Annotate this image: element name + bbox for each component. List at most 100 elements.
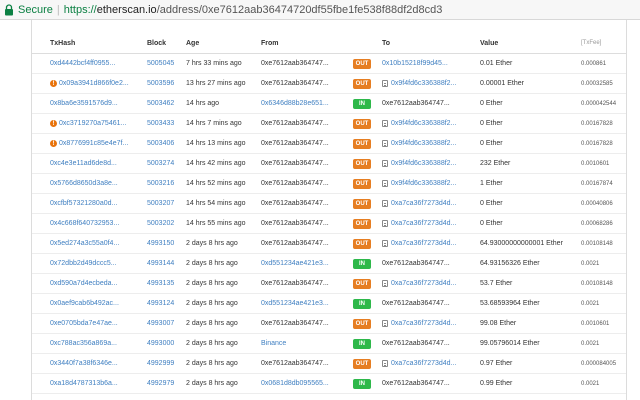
table-row: 0x8ba6e3591576d9... 5003462 14 hrs ago 0x63…: [32, 94, 626, 114]
address-bar[interactable]: Secure | https:// etherscan.io /address/…: [0, 0, 640, 20]
url-scheme[interactable]: https://: [64, 4, 97, 16]
direction-badge: IN: [353, 258, 371, 269]
txhash-link[interactable]: 0xd4442bcf4ff0955...: [50, 60, 115, 67]
txhash-link[interactable]: 0x09a3941d866f0e2...: [59, 80, 129, 87]
txhash-cell: 0xc4e3e11ad6de8d...: [50, 154, 146, 173]
block-link[interactable]: 5003207: [147, 194, 187, 213]
to-address[interactable]: 0xa7ca36f7273d4d...: [391, 320, 456, 327]
txhash-link[interactable]: 0x8ba6e3591576d9...: [50, 100, 118, 107]
header-txfee[interactable]: [TxFee]: [581, 33, 626, 53]
table-row: 0x0aef9cab6b492ac... 4993124 2 days 8 hrs …: [32, 294, 626, 314]
block-link[interactable]: 5003433: [147, 114, 187, 133]
block-link[interactable]: 5003202: [147, 214, 187, 233]
txhash-link[interactable]: 0x5766d8650d3a8e...: [50, 180, 118, 187]
to-address[interactable]: 0xa7ca36f7273d4d...: [391, 240, 456, 247]
from-address[interactable]: 0xd551234ae421e3...: [261, 254, 351, 273]
txhash-link[interactable]: 0x72dbb2d49dccc5...: [50, 260, 117, 267]
direction-cell: IN: [350, 294, 374, 313]
block-link[interactable]: 4992979: [147, 374, 187, 393]
block-link[interactable]: 4993007: [147, 314, 187, 333]
txhash-cell: 0x72dbb2d49dccc5...: [50, 254, 146, 273]
direction-cell: IN: [350, 254, 374, 273]
block-link[interactable]: 4993124: [147, 294, 187, 313]
txhash-cell: 0xd590a7d4ecbeda...: [50, 274, 146, 293]
direction-badge: OUT: [353, 198, 371, 209]
age-text: 14 hrs 42 mins ago: [186, 160, 246, 167]
contract-icon: [382, 160, 388, 167]
direction-badge: OUT: [353, 178, 371, 189]
to-address[interactable]: 0x9f4fd6c336388f2...: [391, 120, 456, 127]
txhash-link[interactable]: 0xc788ac356a869a...: [50, 340, 117, 347]
block-link[interactable]: 5005045: [147, 54, 187, 73]
txhash-link[interactable]: 0xcfbf57321280a0d...: [50, 200, 117, 207]
to-address[interactable]: 0xa7ca36f7273d4d...: [391, 200, 456, 207]
block-link[interactable]: 5003596: [147, 74, 187, 93]
txhash-link[interactable]: 0x3440f7a38f6346e...: [50, 360, 118, 367]
direction-cell: OUT: [350, 354, 374, 373]
block-link[interactable]: 4992999: [147, 354, 187, 373]
to-address[interactable]: 0x9f4fd6c336388f2...: [391, 180, 456, 187]
table-row: 0xcfbf57321280a0d... 5003207 14 hrs 54 min…: [32, 194, 626, 214]
to-cell: 0x10b15218f99d45...: [382, 54, 478, 73]
block-link[interactable]: 4993000: [147, 334, 187, 353]
txhash-link[interactable]: 0x8776991c85e4e7f...: [59, 140, 128, 147]
txhash-link[interactable]: 0x4c668f640732953...: [50, 220, 119, 227]
table-row: 0x72dbb2d49dccc5... 4993144 2 days 8 hrs a…: [32, 254, 626, 274]
to-cell: 0x9f4fd6c336388f2...: [382, 174, 478, 193]
from-address[interactable]: 0x0681d8db095565...: [261, 374, 351, 393]
age-text: 14 hrs 7 mins ago: [186, 120, 242, 127]
table-row: 0xc788ac356a869a... 4993000 2 days 8 hrs a…: [32, 334, 626, 354]
direction-badge: OUT: [353, 118, 371, 129]
txfee-text: 0.00167828: [581, 140, 613, 147]
table-row: 0xe0705bda7e47ae... 4993007 2 days 8 hrs a…: [32, 314, 626, 334]
to-cell: 0x9f4fd6c336388f2...: [382, 134, 478, 153]
txhash-link[interactable]: 0xa18d4787313b6a...: [50, 380, 118, 387]
from-address: 0xe7612aab364747...: [261, 120, 329, 127]
to-address[interactable]: 0xa7ca36f7273d4d...: [391, 280, 456, 287]
contract-icon: [382, 360, 388, 367]
block-link[interactable]: 5003462: [147, 94, 187, 113]
value-text: 64.93000000000001 Ether: [480, 240, 563, 247]
txhash-link[interactable]: 0xd590a7d4ecbeda...: [50, 280, 117, 287]
from-address[interactable]: 0xd551234ae421e3...: [261, 294, 351, 313]
txfee-text: 0.0021: [581, 260, 600, 267]
to-address[interactable]: 0xa7ca36f7273d4d...: [391, 220, 456, 227]
txfee-text: 0.0010601: [581, 320, 610, 327]
block-link[interactable]: 5003216: [147, 174, 187, 193]
to-address[interactable]: 0x9f4fd6c336388f2...: [391, 140, 456, 147]
from-address[interactable]: 0x6346d88b28e651...: [261, 94, 351, 113]
txfee-text: 0.0010601: [581, 160, 610, 167]
to-cell: 0xa7ca36f7273d4d...: [382, 354, 478, 373]
direction-badge: OUT: [353, 78, 371, 89]
txhash-link[interactable]: 0xc3719270a75461...: [59, 120, 126, 127]
age-text: 2 days 8 hrs ago: [186, 260, 238, 267]
txhash-link[interactable]: 0xc4e3e11ad6de8d...: [50, 160, 117, 167]
to-address[interactable]: 0xa7ca36f7273d4d...: [391, 360, 456, 367]
to-address[interactable]: 0x10b15218f99d45...: [382, 60, 448, 67]
table-row: ! 0x09a3941d866f0e2... 5003596 13 hrs 27 mi…: [32, 74, 626, 94]
from-address[interactable]: Binance: [261, 334, 351, 353]
age-text: 14 hrs 54 mins ago: [186, 200, 246, 207]
block-link[interactable]: 4993144: [147, 254, 187, 273]
value-text: 99.08 Ether: [480, 320, 517, 327]
url-host[interactable]: etherscan.io: [97, 4, 157, 16]
to-address[interactable]: 0x9f4fd6c336388f2...: [391, 80, 456, 87]
table-row: 0xa18d4787313b6a... 4992979 2 days 8 hrs a…: [32, 374, 626, 394]
txhash-link[interactable]: 0x0aef9cab6b492ac...: [50, 300, 119, 307]
block-link[interactable]: 4993135: [147, 274, 187, 293]
block-link[interactable]: 4993150: [147, 234, 187, 253]
value-text: 64.93156326 Ether: [480, 260, 540, 267]
txhash-link[interactable]: 0x5ed274a3c55a0f4...: [50, 240, 119, 247]
block-link[interactable]: 5003274: [147, 154, 187, 173]
txfee-text: 0.00167828: [581, 120, 613, 127]
direction-cell: OUT: [350, 174, 374, 193]
to-cell: 0xa7ca36f7273d4d...: [382, 194, 478, 213]
block-link[interactable]: 5003406: [147, 134, 187, 153]
url-path[interactable]: /address/0xe7612aab36474720df55fbe1fe538…: [157, 4, 443, 16]
from-address: 0xe7612aab364747...: [261, 80, 329, 87]
direction-badge: IN: [353, 378, 371, 389]
from-address: 0xe7612aab364747...: [261, 140, 329, 147]
from-address: 0xe7612aab364747...: [261, 240, 329, 247]
to-address[interactable]: 0x9f4fd6c336388f2...: [391, 160, 456, 167]
txhash-link[interactable]: 0xe0705bda7e47ae...: [50, 320, 118, 327]
